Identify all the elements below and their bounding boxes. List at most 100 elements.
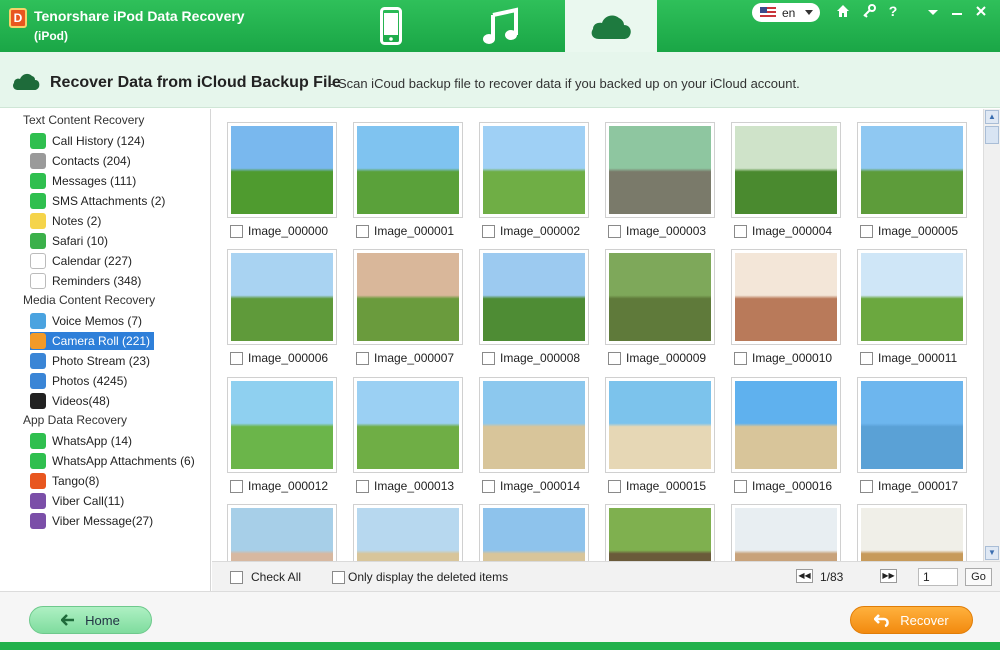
- photo-item[interactable]: [857, 504, 967, 561]
- photo-item[interactable]: Image_000015: [605, 377, 715, 493]
- photo-checkbox[interactable]: [734, 351, 747, 365]
- photo-checkbox[interactable]: [734, 479, 747, 493]
- scroll-thumb[interactable]: [985, 126, 999, 144]
- photo-checkbox[interactable]: [860, 224, 873, 238]
- photo-item[interactable]: Image_000001: [353, 122, 463, 238]
- sidebar-item[interactable]: WhatsApp Attachments (6): [30, 452, 199, 470]
- scroll-up-icon[interactable]: ▲: [985, 110, 999, 124]
- key-icon[interactable]: [860, 4, 878, 21]
- minimize-icon[interactable]: [948, 4, 966, 20]
- recover-button[interactable]: Recover: [850, 606, 973, 634]
- menu-caret-icon[interactable]: [924, 4, 942, 20]
- photo-checkbox[interactable]: [482, 224, 495, 238]
- check-all-checkbox[interactable]: [230, 570, 243, 584]
- photo-thumbnail[interactable]: [479, 122, 589, 218]
- photo-thumbnail[interactable]: [227, 504, 337, 561]
- sidebar-item[interactable]: Notes (2): [30, 212, 105, 230]
- photo-item[interactable]: Image_000012: [227, 377, 337, 493]
- sidebar-item[interactable]: Camera Roll (221): [30, 332, 155, 350]
- photo-thumbnail[interactable]: [857, 122, 967, 218]
- photo-thumbnail[interactable]: [731, 377, 841, 473]
- sidebar-item[interactable]: SMS Attachments (2): [30, 192, 169, 210]
- photo-item[interactable]: Image_000016: [731, 377, 841, 493]
- photo-checkbox[interactable]: [356, 351, 369, 365]
- sidebar-item[interactable]: Call History (124): [30, 132, 149, 150]
- photo-item[interactable]: Image_000008: [479, 249, 589, 365]
- photo-checkbox[interactable]: [734, 224, 747, 238]
- photo-thumbnail[interactable]: [731, 122, 841, 218]
- sidebar-item[interactable]: Voice Memos (7): [30, 312, 146, 330]
- photo-thumbnail[interactable]: [605, 504, 715, 561]
- photo-thumbnail[interactable]: [857, 249, 967, 345]
- photo-checkbox[interactable]: [608, 479, 621, 493]
- photo-checkbox[interactable]: [608, 351, 621, 365]
- photo-thumbnail[interactable]: [227, 122, 337, 218]
- scroll-down-icon[interactable]: ▼: [985, 546, 999, 560]
- photo-item[interactable]: Image_000005: [857, 122, 967, 238]
- photo-thumbnail[interactable]: [353, 122, 463, 218]
- only-deleted-toggle[interactable]: Only display the deleted items: [332, 570, 508, 584]
- tab-icloud[interactable]: [565, 0, 657, 52]
- sidebar-item[interactable]: Videos(48): [30, 392, 114, 410]
- go-button[interactable]: Go: [965, 568, 992, 586]
- check-all[interactable]: Check All: [230, 570, 301, 584]
- photo-checkbox[interactable]: [230, 224, 243, 238]
- photo-item[interactable]: Image_000017: [857, 377, 967, 493]
- sidebar-item[interactable]: Photo Stream (23): [30, 352, 154, 370]
- photo-thumbnail[interactable]: [227, 377, 337, 473]
- photo-item[interactable]: Image_000009: [605, 249, 715, 365]
- sidebar-item[interactable]: Reminders (348): [30, 272, 145, 290]
- photo-item[interactable]: Image_000014: [479, 377, 589, 493]
- photo-thumbnail[interactable]: [479, 504, 589, 561]
- photo-thumbnail[interactable]: [353, 504, 463, 561]
- home-icon[interactable]: [834, 4, 852, 21]
- sidebar-item[interactable]: Photos (4245): [30, 372, 131, 390]
- photo-checkbox[interactable]: [230, 351, 243, 365]
- sidebar-item[interactable]: Viber Message(27): [30, 512, 157, 530]
- photo-item[interactable]: [731, 504, 841, 561]
- help-icon[interactable]: ?: [884, 3, 902, 19]
- home-button[interactable]: Home: [29, 606, 152, 634]
- photo-thumbnail[interactable]: [227, 249, 337, 345]
- photo-item[interactable]: Image_000003: [605, 122, 715, 238]
- photo-checkbox[interactable]: [482, 351, 495, 365]
- photo-thumbnail[interactable]: [731, 504, 841, 561]
- photo-checkbox[interactable]: [482, 479, 495, 493]
- photo-item[interactable]: Image_000000: [227, 122, 337, 238]
- photo-checkbox[interactable]: [860, 351, 873, 365]
- next-page-button[interactable]: ▶▶: [880, 569, 897, 583]
- photo-checkbox[interactable]: [608, 224, 621, 238]
- photo-item[interactable]: [353, 504, 463, 561]
- photo-item[interactable]: Image_000013: [353, 377, 463, 493]
- photo-item[interactable]: Image_000011: [857, 249, 967, 365]
- photo-checkbox[interactable]: [356, 479, 369, 493]
- photo-thumbnail[interactable]: [605, 122, 715, 218]
- close-icon[interactable]: [972, 4, 990, 20]
- photo-thumbnail[interactable]: [479, 377, 589, 473]
- photo-thumbnail[interactable]: [857, 377, 967, 473]
- page-number-input[interactable]: 1: [918, 568, 958, 586]
- photo-thumbnail[interactable]: [605, 249, 715, 345]
- photo-checkbox[interactable]: [860, 479, 873, 493]
- prev-page-button[interactable]: ◀◀: [796, 569, 813, 583]
- sidebar-item[interactable]: Contacts (204): [30, 152, 135, 170]
- photo-thumbnail[interactable]: [857, 504, 967, 561]
- sidebar-item[interactable]: Viber Call(11): [30, 492, 128, 510]
- tab-music[interactable]: [455, 0, 547, 52]
- photo-thumbnail[interactable]: [353, 249, 463, 345]
- photo-item[interactable]: Image_000004: [731, 122, 841, 238]
- sidebar-item[interactable]: Tango(8): [30, 472, 103, 490]
- photo-item[interactable]: [227, 504, 337, 561]
- photo-item[interactable]: Image_000007: [353, 249, 463, 365]
- photo-thumbnail[interactable]: [353, 377, 463, 473]
- photo-item[interactable]: [479, 504, 589, 561]
- tab-ipod-device[interactable]: [345, 0, 437, 52]
- photo-thumbnail[interactable]: [479, 249, 589, 345]
- photo-thumbnail[interactable]: [605, 377, 715, 473]
- sidebar-item[interactable]: WhatsApp (14): [30, 432, 136, 450]
- photo-item[interactable]: Image_000010: [731, 249, 841, 365]
- sidebar-item[interactable]: Calendar (227): [30, 252, 136, 270]
- photo-item[interactable]: Image_000006: [227, 249, 337, 365]
- photo-checkbox[interactable]: [230, 479, 243, 493]
- sidebar-item[interactable]: Safari (10): [30, 232, 112, 250]
